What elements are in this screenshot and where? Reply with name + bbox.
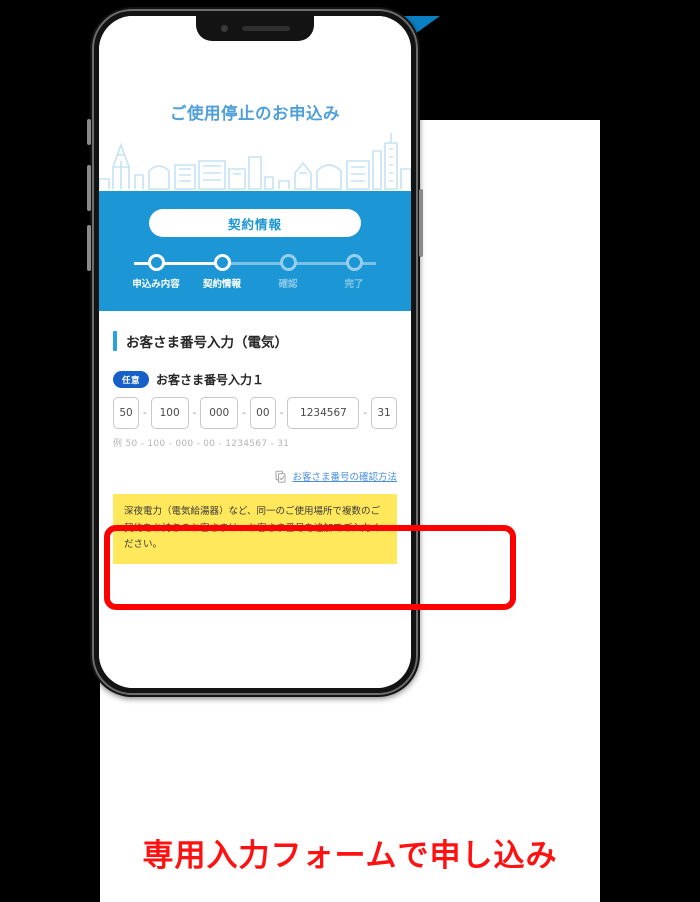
help-link-row[interactable]: お客さま番号の確認方法 bbox=[113, 469, 397, 483]
step-label-4: 完了 bbox=[344, 279, 364, 290]
volume-down-button[interactable] bbox=[87, 225, 91, 271]
volume-up-button[interactable] bbox=[87, 165, 91, 211]
example-hint: 例 50 - 100 - 000 - 00 - 1234567 - 31 bbox=[113, 439, 290, 449]
step-item-4[interactable]: 完了 bbox=[323, 253, 385, 290]
segment-separator-4: - bbox=[279, 407, 284, 419]
customer-number-segment-4[interactable]: 00 bbox=[249, 397, 276, 429]
step-item-3[interactable]: 確認 bbox=[257, 253, 319, 290]
segment-separator-1: - bbox=[143, 407, 147, 419]
form-body: お客さま番号入力（電気） 任意 お客さま番号入力１ 50 - 100 - 000… bbox=[99, 311, 411, 564]
notice-box: 深夜電力（電気給湯器）など、同一のご使用場所で複数のご契約をお持ちのお客さまは、… bbox=[113, 494, 397, 564]
document-check-icon bbox=[276, 470, 286, 483]
earpiece-speaker-icon bbox=[241, 26, 290, 31]
customer-number-segment-1[interactable]: 50 bbox=[113, 397, 139, 429]
step-dot-4 bbox=[345, 254, 363, 271]
front-camera-icon bbox=[220, 25, 228, 32]
page-hero: ご使用停止のお申込み bbox=[99, 16, 411, 191]
city-skyline-illustration bbox=[99, 133, 411, 190]
section-accent-bar bbox=[113, 331, 117, 351]
step-label-2: 契約情報 bbox=[202, 279, 241, 290]
power-button[interactable] bbox=[419, 189, 423, 257]
customer-number-segment-6[interactable]: 31 bbox=[371, 397, 398, 429]
segment-separator-5: - bbox=[363, 407, 368, 419]
customer-number-segment-2[interactable]: 100 bbox=[150, 397, 189, 429]
phone-mockup: ご使用停止のお申込み 契約情報 申込み内容 契約情報 確認 完了 お客さま番号入… bbox=[87, 7, 423, 697]
current-step-pill: 契約情報 bbox=[149, 209, 361, 237]
step-label-1: 申込み内容 bbox=[132, 279, 180, 290]
section-header: お客さま番号入力（電気） bbox=[113, 331, 397, 351]
optional-badge: 任意 bbox=[113, 371, 150, 388]
section-title: お客さま番号入力（電気） bbox=[126, 335, 288, 351]
progress-step-band: 契約情報 申込み内容 契約情報 確認 完了 bbox=[99, 191, 411, 311]
step-item-1[interactable]: 申込み内容 bbox=[125, 253, 187, 290]
segment-separator-3: - bbox=[242, 407, 246, 419]
web-page: ご使用停止のお申込み 契約情報 申込み内容 契約情報 確認 完了 お客さま番号入… bbox=[99, 16, 411, 688]
field-label: お客さま番号入力１ bbox=[156, 373, 265, 387]
step-indicator: 申込み内容 契約情報 確認 完了 bbox=[125, 253, 385, 295]
bottom-caption: 専用入力フォームで申し込み bbox=[142, 838, 558, 874]
step-dot-3 bbox=[279, 254, 297, 271]
screenshot-root: ご使用停止のお申込み 契約情報 申込み内容 契約情報 確認 完了 お客さま番号入… bbox=[0, 0, 700, 902]
phone-screen: ご使用停止のお申込み 契約情報 申込み内容 契約情報 確認 完了 お客さま番号入… bbox=[99, 16, 411, 688]
phone-notch bbox=[196, 16, 314, 41]
step-label-3: 確認 bbox=[278, 279, 298, 290]
help-link[interactable]: お客さま番号の確認方法 bbox=[292, 469, 397, 483]
segment-separator-2: - bbox=[192, 407, 197, 419]
step-dot-1 bbox=[147, 254, 165, 271]
customer-number-input-group: 50 - 100 - 000 - 00 - 1234567 - 31 bbox=[113, 397, 398, 429]
field-label-row: 任意 お客さま番号入力１ bbox=[113, 371, 397, 388]
customer-number-segment-3[interactable]: 000 bbox=[200, 397, 239, 429]
customer-number-segment-5[interactable]: 1234567 bbox=[287, 397, 360, 429]
step-dot-2 bbox=[213, 254, 231, 271]
step-item-2[interactable]: 契約情報 bbox=[191, 253, 253, 290]
mute-switch[interactable] bbox=[87, 119, 91, 145]
